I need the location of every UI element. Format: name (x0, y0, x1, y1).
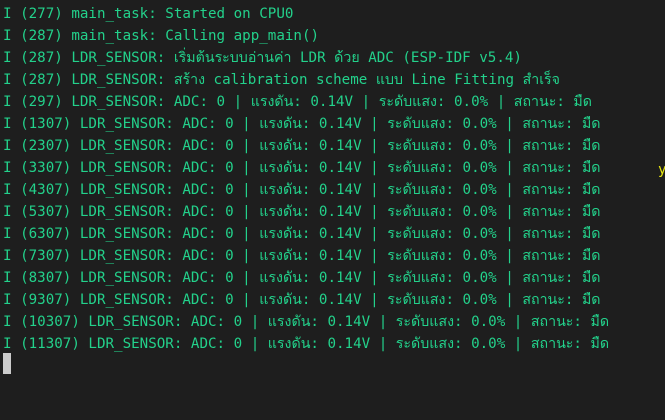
stray-output-char: y (658, 162, 665, 178)
log-line: I (5307) LDR_SENSOR: ADC: 0 | แรงดัน: 0.… (3, 204, 601, 220)
log-line: I (297) LDR_SENSOR: ADC: 0 | แรงดัน: 0.1… (3, 94, 592, 110)
log-line: I (3307) LDR_SENSOR: ADC: 0 | แรงดัน: 0.… (3, 160, 601, 176)
log-line: I (8307) LDR_SENSOR: ADC: 0 | แรงดัน: 0.… (3, 270, 601, 286)
log-line: I (287) LDR_SENSOR: สร้าง calibration sc… (3, 72, 560, 88)
log-line: I (11307) LDR_SENSOR: ADC: 0 | แรงดัน: 0… (3, 336, 610, 352)
log-line: I (1307) LDR_SENSOR: ADC: 0 | แรงดัน: 0.… (3, 116, 601, 132)
log-line: I (277) main_task: Started on CPU0 (3, 6, 294, 22)
log-line: I (2307) LDR_SENSOR: ADC: 0 | แรงดัน: 0.… (3, 138, 601, 154)
log-line: I (4307) LDR_SENSOR: ADC: 0 | แรงดัน: 0.… (3, 182, 601, 198)
terminal-output[interactable]: I (277) main_task: Started on CPU0 I (28… (0, 0, 665, 420)
terminal-cursor (3, 353, 11, 374)
log-line: I (6307) LDR_SENSOR: ADC: 0 | แรงดัน: 0.… (3, 226, 601, 242)
log-line: I (7307) LDR_SENSOR: ADC: 0 | แรงดัน: 0.… (3, 248, 601, 264)
log-line: I (287) main_task: Calling app_main() (3, 28, 320, 44)
log-line: I (10307) LDR_SENSOR: ADC: 0 | แรงดัน: 0… (3, 314, 610, 330)
log-line: I (9307) LDR_SENSOR: ADC: 0 | แรงดัน: 0.… (3, 292, 601, 308)
log-line: I (287) LDR_SENSOR: เริ่มต้นระบบอ่านค่า … (3, 50, 522, 66)
